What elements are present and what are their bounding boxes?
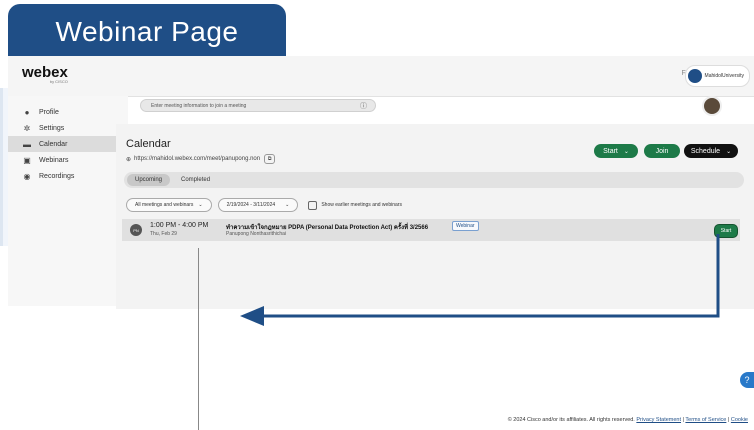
annotation-arrow [240, 234, 720, 326]
terms-link[interactable]: Terms of Service [685, 417, 726, 423]
help-button[interactable]: ? [740, 372, 754, 388]
copyright-text: © 2024 Cisco and/or its affiliates. All … [507, 417, 635, 423]
cookie-link[interactable]: Cookie [731, 417, 748, 423]
privacy-link[interactable]: Privacy Statement [636, 417, 681, 423]
footer: © 2024 Cisco and/or its affiliates. All … [508, 417, 748, 423]
